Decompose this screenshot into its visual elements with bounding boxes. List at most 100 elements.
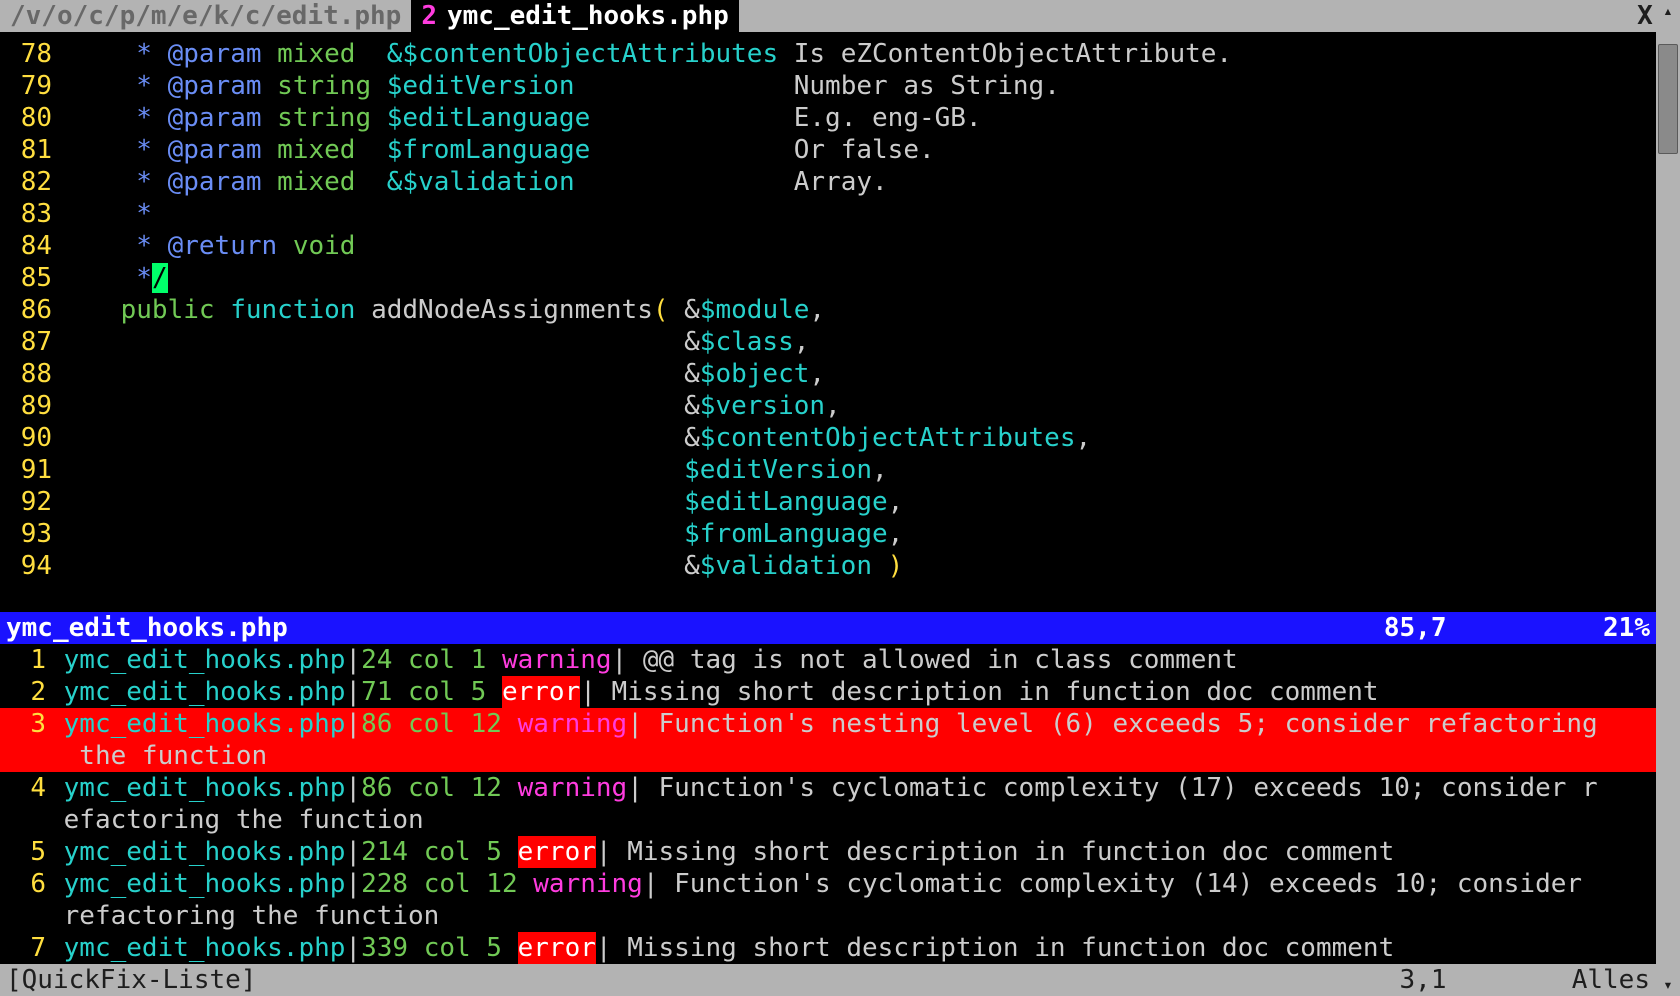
line-number: 91: [0, 454, 58, 486]
code-text: * @param string $editVersion Number as S…: [58, 70, 1060, 102]
quickfix-number: 5: [0, 836, 48, 868]
scroll-track[interactable]: [1656, 22, 1680, 974]
code-line[interactable]: 79 * @param string $editVersion Number a…: [0, 70, 1656, 102]
quickfix-list[interactable]: 1 ymc_edit_hooks.php|24 col 1 warning| @…: [0, 644, 1656, 964]
quickfix-message: refactoring the function: [64, 900, 440, 932]
quickfix-message: @@ tag is not allowed in class comment: [627, 644, 1237, 676]
quickfix-message: Missing short description in function do…: [612, 836, 1395, 868]
quickfix-number: 7: [0, 932, 48, 964]
quickfix-location: 71 col 5: [361, 676, 502, 708]
error-badge: error: [518, 836, 596, 868]
quickfix-file: ymc_edit_hooks.php: [64, 772, 346, 804]
tab-active[interactable]: 2 ymc_edit_hooks.php: [411, 0, 738, 32]
quickfix-message: Missing short description in function do…: [612, 932, 1395, 964]
close-icon: X: [1637, 0, 1653, 32]
code-line[interactable]: 91 $editVersion,: [0, 454, 1656, 486]
line-number: 83: [0, 198, 58, 230]
line-number: 84: [0, 230, 58, 262]
tab-inactive[interactable]: /v/o/c/p/m/e/k/c/edit.php: [0, 0, 411, 32]
quickfix-item[interactable]: 1 ymc_edit_hooks.php|24 col 1 warning| @…: [0, 644, 1656, 676]
code-line[interactable]: 80 * @param string $editLanguage E.g. en…: [0, 102, 1656, 134]
tab-label: ymc_edit_hooks.php: [447, 0, 729, 32]
line-number: 90: [0, 422, 58, 454]
warning-badge: warning: [518, 772, 628, 804]
quickfix-item[interactable]: 2 ymc_edit_hooks.php|71 col 5 error| Mis…: [0, 676, 1656, 708]
code-line[interactable]: 89 &$version,: [0, 390, 1656, 422]
code-text: &$validation ): [58, 550, 903, 582]
cmd-right: Alles: [1572, 964, 1650, 996]
code-line[interactable]: 81 * @param mixed $fromLanguage Or false…: [0, 134, 1656, 166]
quickfix-file: ymc_edit_hooks.php: [64, 836, 346, 868]
quickfix-item-continuation[interactable]: refactoring the function: [0, 900, 1656, 932]
quickfix-message: Function's cyclomatic complexity (14) ex…: [659, 868, 1598, 900]
code-line[interactable]: 94 &$validation ): [0, 550, 1656, 582]
quickfix-message: Function's nesting level (6) exceeds 5; …: [643, 708, 1598, 740]
code-text: $editVersion,: [58, 454, 888, 486]
scroll-up-icon[interactable]: ▴: [1656, 0, 1680, 22]
quickfix-location: 214 col 5: [361, 836, 518, 868]
code-line[interactable]: 88 &$object,: [0, 358, 1656, 390]
quickfix-location: 228 col 12: [361, 868, 533, 900]
warning-badge: warning: [502, 644, 612, 676]
tab-bar: /v/o/c/p/m/e/k/c/edit.php 2 ymc_edit_hoo…: [0, 0, 1656, 32]
scrollbar[interactable]: ▴ ▾: [1656, 0, 1680, 996]
tab-number: 2: [421, 0, 437, 32]
quickfix-number: 1: [0, 644, 48, 676]
code-area[interactable]: 78 * @param mixed &$contentObjectAttribu…: [0, 32, 1656, 612]
quickfix-number: 2: [0, 676, 48, 708]
code-text: * @param mixed &$contentObjectAttributes…: [58, 38, 1232, 70]
line-number: 85: [0, 262, 58, 294]
quickfix-file: ymc_edit_hooks.php: [64, 708, 346, 740]
code-line[interactable]: 93 $fromLanguage,: [0, 518, 1656, 550]
quickfix-item-continuation[interactable]: efactoring the function: [0, 804, 1656, 836]
code-line[interactable]: 83 *: [0, 198, 1656, 230]
code-line[interactable]: 84 * @return void: [0, 230, 1656, 262]
code-text: &$object,: [58, 358, 825, 390]
code-text: public function addNodeAssignments( &$mo…: [58, 294, 825, 326]
code-text: * @return void: [58, 230, 355, 262]
quickfix-item[interactable]: 4 ymc_edit_hooks.php|86 col 12 warning| …: [0, 772, 1656, 804]
scroll-down-icon[interactable]: ▾: [1656, 974, 1680, 996]
line-number: 94: [0, 550, 58, 582]
code-line[interactable]: 82 * @param mixed &$validation Array.: [0, 166, 1656, 198]
line-number: 87: [0, 326, 58, 358]
command-line: [QuickFix-Liste] 3,1 Alles: [0, 964, 1656, 996]
code-text: &$class,: [58, 326, 809, 358]
code-text: $fromLanguage,: [58, 518, 903, 550]
code-text: * @param string $editLanguage E.g. eng-G…: [58, 102, 982, 134]
code-line[interactable]: 87 &$class,: [0, 326, 1656, 358]
warning-badge: warning: [533, 868, 643, 900]
line-number: 81: [0, 134, 58, 166]
code-line[interactable]: 85 */: [0, 262, 1656, 294]
cmd-left: [QuickFix-Liste]: [6, 964, 256, 996]
quickfix-message: Missing short description in function do…: [596, 676, 1379, 708]
warning-badge: warning: [518, 708, 628, 740]
cmd-pos: 3,1: [1400, 964, 1447, 996]
quickfix-number: 3: [0, 708, 48, 740]
tab-close-button[interactable]: X: [1634, 0, 1656, 32]
code-text: &$contentObjectAttributes,: [58, 422, 1091, 454]
code-line[interactable]: 78 * @param mixed &$contentObjectAttribu…: [0, 38, 1656, 70]
quickfix-file: ymc_edit_hooks.php: [64, 932, 346, 964]
status-pos: 85,7: [1384, 612, 1447, 644]
line-number: 89: [0, 390, 58, 422]
scroll-thumb[interactable]: [1658, 44, 1678, 154]
code-text: $editLanguage,: [58, 486, 903, 518]
quickfix-location: 86 col 12: [361, 772, 518, 804]
quickfix-item[interactable]: 6 ymc_edit_hooks.php|228 col 12 warning|…: [0, 868, 1656, 900]
quickfix-location: 86 col 12: [361, 708, 518, 740]
code-text: *: [58, 198, 152, 230]
code-text: */: [58, 262, 168, 294]
quickfix-item-continuation[interactable]: the function: [0, 740, 1656, 772]
code-text: * @param mixed $fromLanguage Or false.: [58, 134, 935, 166]
quickfix-item[interactable]: 3 ymc_edit_hooks.php|86 col 12 warning| …: [0, 708, 1656, 740]
quickfix-item[interactable]: 5 ymc_edit_hooks.php|214 col 5 error| Mi…: [0, 836, 1656, 868]
quickfix-location: 24 col 1: [361, 644, 502, 676]
code-line[interactable]: 92 $editLanguage,: [0, 486, 1656, 518]
code-line[interactable]: 90 &$contentObjectAttributes,: [0, 422, 1656, 454]
line-number: 80: [0, 102, 58, 134]
line-number: 93: [0, 518, 58, 550]
code-line[interactable]: 86 public function addNodeAssignments( &…: [0, 294, 1656, 326]
quickfix-item[interactable]: 7 ymc_edit_hooks.php|339 col 5 error| Mi…: [0, 932, 1656, 964]
line-number: 88: [0, 358, 58, 390]
